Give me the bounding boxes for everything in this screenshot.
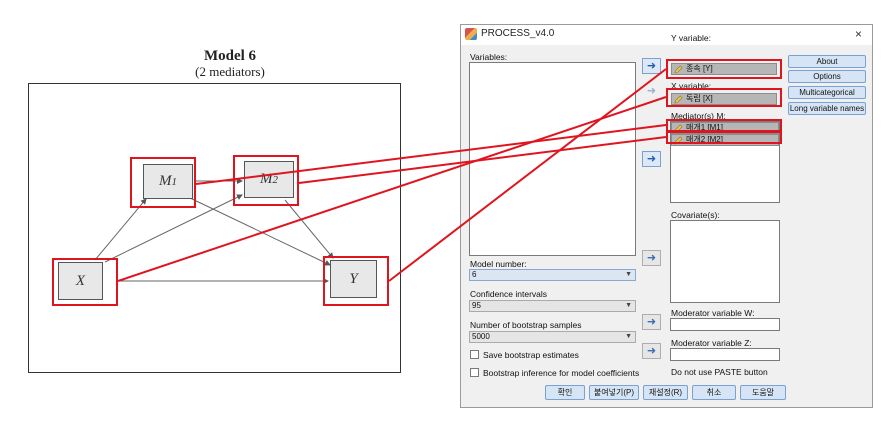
path-m1-y <box>189 197 331 266</box>
close-icon[interactable]: × <box>855 27 862 41</box>
chevron-down-icon: ▼ <box>625 333 632 340</box>
confidence-value: 95 <box>472 301 481 310</box>
dialog-title: PROCESS_v4.0 <box>481 28 555 39</box>
highlight-m1 <box>130 157 196 208</box>
move-covariate-arrow-icon[interactable]: ➜ <box>642 250 661 266</box>
move-x-arrow-icon[interactable]: ➜ <box>642 83 661 99</box>
highlight-x-variable <box>666 88 782 107</box>
about-button[interactable]: About <box>788 55 866 68</box>
bootstrap-inference-label: Bootstrap inference for model coefficien… <box>483 368 640 378</box>
move-mediator-arrow-icon[interactable]: ➜ <box>642 151 661 167</box>
options-button[interactable]: Options <box>788 70 866 83</box>
variables-label: Variables: <box>470 52 508 62</box>
moderator-z-label: Moderator variable Z: <box>671 338 752 348</box>
highlight-mediator-2 <box>666 131 782 144</box>
move-y-arrow-icon[interactable]: ➜ <box>642 58 661 74</box>
process-app-icon <box>465 28 477 40</box>
y-variable-label: Y variable: <box>671 33 712 43</box>
path-m2-y <box>284 199 334 259</box>
multicategorical-button[interactable]: Multicategorical <box>788 86 866 99</box>
save-bootstrap-label: Save bootstrap estimates <box>483 350 579 360</box>
title-bar: PROCESS_v4.0 × <box>461 25 872 45</box>
chevron-down-icon: ▼ <box>625 271 632 278</box>
covariates-label: Covariate(s): <box>671 210 720 220</box>
reset-button[interactable]: 재설정(R) <box>643 385 688 400</box>
confidence-select[interactable]: 95 ▼ <box>469 300 636 312</box>
highlight-x <box>52 258 118 306</box>
process-dialog: PROCESS_v4.0 × Variables: ➜ ➜ ➜ ➜ ➜ ➜ Y … <box>460 24 873 408</box>
moderator-w-label: Moderator variable W: <box>671 308 755 318</box>
move-z-arrow-icon[interactable]: ➜ <box>642 343 661 359</box>
model-number-value: 6 <box>472 270 477 279</box>
moderator-z-field[interactable] <box>670 348 780 361</box>
save-bootstrap-checkbox[interactable] <box>470 350 479 359</box>
model-number-select[interactable]: 6 ▼ <box>469 269 636 281</box>
paste-button[interactable]: 붙여넣기(P) <box>589 385 639 400</box>
confidence-label: Confidence intervals <box>470 289 548 299</box>
move-w-arrow-icon[interactable]: ➜ <box>642 314 661 330</box>
paste-note: Do not use PASTE button <box>671 367 768 377</box>
model-number-label: Model number: <box>470 259 527 269</box>
bootstrap-select[interactable]: 5000 ▼ <box>469 331 636 343</box>
long-names-button[interactable]: Long variable names <box>788 102 866 115</box>
variables-list[interactable] <box>469 62 636 256</box>
highlight-m2 <box>233 155 299 206</box>
chevron-down-icon: ▼ <box>625 302 632 309</box>
covariates-list[interactable] <box>670 220 780 303</box>
help-button[interactable]: 도움말 <box>740 385 786 400</box>
cancel-button[interactable]: 취소 <box>692 385 736 400</box>
moderator-w-field[interactable] <box>670 318 780 331</box>
bootstrap-label: Number of bootstrap samples <box>470 320 582 330</box>
bootstrap-inference-checkbox[interactable] <box>470 368 479 377</box>
ok-button[interactable]: 확인 <box>545 385 585 400</box>
bootstrap-value: 5000 <box>472 332 490 341</box>
highlight-y <box>323 256 389 306</box>
path-x-m1 <box>94 198 147 261</box>
highlight-y-variable <box>666 59 782 79</box>
